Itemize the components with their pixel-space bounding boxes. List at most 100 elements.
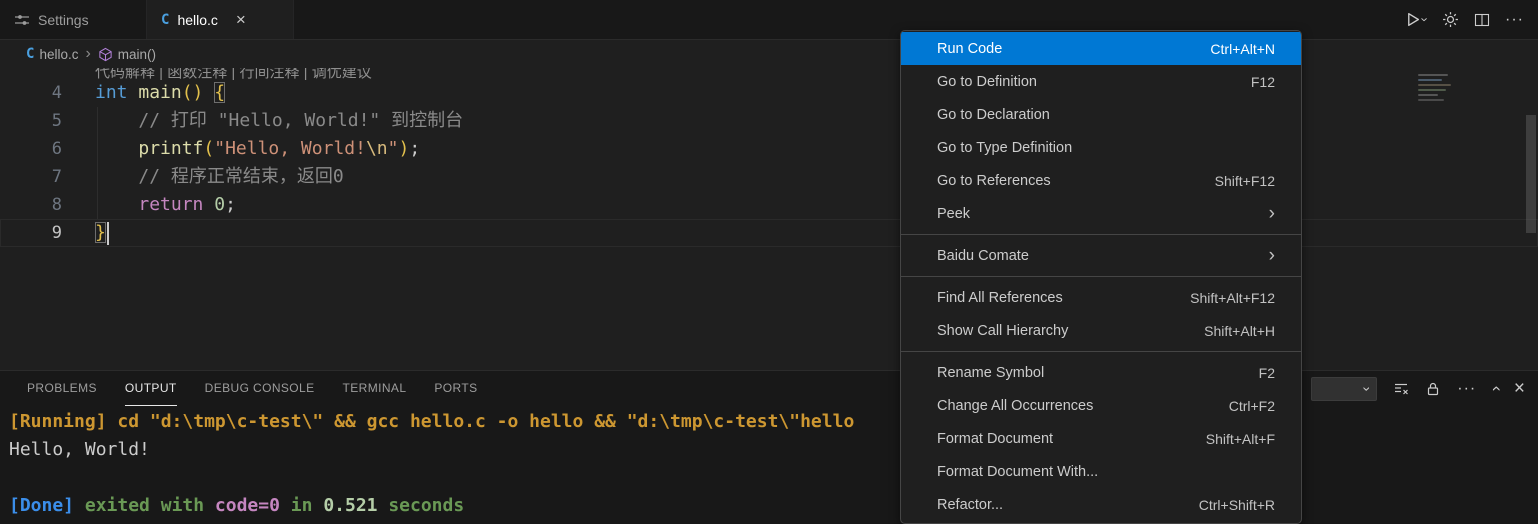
line-number[interactable]: 4: [0, 79, 62, 107]
run-dropdown-chevron-icon[interactable]: ›: [1418, 17, 1431, 21]
code-text: // 打印 "Hello, World!" 到控制台: [95, 107, 463, 135]
submenu-chevron-icon: ›: [1269, 246, 1275, 265]
code-line-4[interactable]: 4 int main() {: [0, 79, 1538, 107]
menu-item-label: Rename Symbol: [937, 365, 1044, 381]
tab-label: hello.c: [177, 12, 217, 28]
breadcrumb-chevron-icon: ›: [85, 45, 90, 63]
output-line: [Running] cd "d:\tmp\c-test\" && gcc hel…: [9, 408, 1538, 436]
code-text: // 程序正常结束，返回0: [95, 163, 344, 191]
close-panel-icon[interactable]: ×: [1514, 379, 1525, 398]
menu-item-peek[interactable]: Peek ›: [901, 197, 1301, 230]
code-line-8[interactable]: 8 return 0;: [0, 191, 1538, 219]
chevron-down-icon: ›: [1360, 386, 1374, 391]
menu-item-shortcut: Ctrl+Alt+N: [1210, 41, 1275, 57]
submenu-chevron-icon: ›: [1269, 204, 1275, 223]
menu-item-shortcut: Shift+Alt+H: [1204, 323, 1275, 339]
output-channel-select[interactable]: ›: [1311, 377, 1377, 401]
line-number[interactable]: 9: [0, 219, 62, 247]
menu-item-shortcut: Shift+Alt+F: [1206, 431, 1275, 447]
menu-item-label: Show Call Hierarchy: [937, 323, 1068, 339]
bottom-panel: PROBLEMS OUTPUT DEBUG CONSOLE TERMINAL PORTS…: [0, 370, 1538, 524]
code-text: return 0;: [95, 191, 236, 219]
menu-item-go-to-references[interactable]: Go to ReferencesShift+F12: [901, 164, 1301, 197]
menu-item-label: Format Document With...: [937, 464, 1098, 480]
menu-item-baidu-comate[interactable]: Baidu Comate ›: [901, 239, 1301, 272]
vscode-window: Settings C hello.c × › ···: [0, 0, 1538, 524]
more-actions-icon[interactable]: ···: [1505, 11, 1524, 29]
code-line-6[interactable]: 6 printf("Hello, World!\n");: [0, 135, 1538, 163]
c-file-icon: C: [161, 12, 169, 28]
editor-actions: › ···: [1404, 0, 1538, 39]
menu-separator: [901, 351, 1301, 352]
tab-hello-c[interactable]: C hello.c ×: [147, 0, 294, 39]
c-file-icon: C: [26, 46, 34, 62]
output-line: Hello, World!: [9, 436, 1538, 464]
code-text: printf("Hello, World!\n");: [95, 135, 420, 163]
line-number[interactable]: 5: [0, 107, 62, 135]
tab-settings[interactable]: Settings: [0, 0, 147, 39]
output-console[interactable]: [Running] cd "d:\tmp\c-test\" && gcc hel…: [0, 406, 1538, 524]
clear-output-icon[interactable]: [1393, 381, 1409, 397]
split-editor-icon[interactable]: [1474, 12, 1490, 28]
editor-tab-bar: Settings C hello.c × › ···: [0, 0, 1538, 40]
menu-item-label: Go to Type Definition: [937, 140, 1072, 156]
editor-scrollbar[interactable]: [1526, 115, 1536, 233]
menu-item-shortcut: Ctrl+F2: [1229, 398, 1275, 414]
line-number[interactable]: 7: [0, 163, 62, 191]
output-line: [9, 464, 1538, 492]
line-number[interactable]: 8: [0, 191, 62, 219]
code-editor[interactable]: 代码解释 | 函数注释 | 行间注释 | 调优建议 4int main() {5…: [0, 68, 1538, 370]
menu-item-go-to-definition[interactable]: Go to DefinitionF12: [901, 65, 1301, 98]
menu-item-shortcut: F2: [1259, 365, 1275, 381]
menu-item-show-call-hierarchy[interactable]: Show Call Hierarchy Shift+Alt+H: [901, 314, 1301, 347]
code-line-7[interactable]: 7 // 程序正常结束，返回0: [0, 163, 1538, 191]
panel-tab-terminal[interactable]: TERMINAL: [343, 371, 407, 406]
minimap[interactable]: [1416, 71, 1456, 104]
panel-tab-output[interactable]: OUTPUT: [125, 371, 177, 406]
breadcrumb-symbol[interactable]: main(): [98, 47, 156, 62]
menu-item-format-document-with[interactable]: Format Document With...: [901, 455, 1301, 488]
menu-item-run-code[interactable]: Run CodeCtrl+Alt+N: [901, 32, 1301, 65]
breadcrumb-symbol-label: main(): [118, 47, 156, 62]
maximize-panel-icon[interactable]: ›: [1487, 386, 1504, 392]
code-text: int main() {: [95, 79, 225, 107]
menu-item-rename-symbol[interactable]: Rename Symbol F2: [901, 356, 1301, 389]
panel-header: PROBLEMS OUTPUT DEBUG CONSOLE TERMINAL PORTS…: [0, 371, 1538, 406]
menu-item-label: Format Document: [937, 431, 1053, 447]
indent-guide: [97, 107, 98, 219]
line-number[interactable]: 6: [0, 135, 62, 163]
panel-tab-ports[interactable]: PORTS: [434, 371, 477, 406]
context-menu: Run CodeCtrl+Alt+NGo to DefinitionF12Go …: [900, 30, 1302, 524]
tab-label: Settings: [38, 12, 89, 28]
menu-item-go-to-declaration[interactable]: Go to Declaration: [901, 98, 1301, 131]
panel-tab-debug-console[interactable]: DEBUG CONSOLE: [205, 371, 315, 406]
menu-item-label: Change All Occurrences: [937, 398, 1093, 414]
menu-item-label: Go to References: [937, 173, 1051, 189]
menu-item-label: Baidu Comate: [937, 248, 1029, 264]
code-line-5[interactable]: 5 // 打印 "Hello, World!" 到控制台: [0, 107, 1538, 135]
menu-item-go-to-type-definition[interactable]: Go to Type Definition: [901, 131, 1301, 164]
menu-item-shortcut: Shift+Alt+F12: [1190, 290, 1275, 306]
settings-gear-icon[interactable]: [1442, 11, 1459, 28]
menu-separator: [901, 234, 1301, 235]
run-code-button[interactable]: ›: [1404, 11, 1427, 28]
breadcrumb-file[interactable]: C hello.c: [26, 46, 78, 62]
menu-item-find-all-references[interactable]: Find All References Shift+Alt+F12: [901, 281, 1301, 314]
menu-item-label: Find All References: [937, 290, 1063, 306]
panel-tabs: PROBLEMS OUTPUT DEBUG CONSOLE TERMINAL PORTS: [27, 371, 506, 406]
menu-item-shortcut: Ctrl+Shift+R: [1199, 497, 1275, 513]
panel-tab-problems[interactable]: PROBLEMS: [27, 371, 97, 406]
lock-scroll-icon[interactable]: [1425, 381, 1441, 397]
menu-item-label: Go to Definition: [937, 74, 1037, 90]
menu-separator: [901, 276, 1301, 277]
tab-close-icon[interactable]: ×: [236, 11, 246, 28]
code-line-9[interactable]: 9}: [0, 219, 1538, 247]
breadcrumb: C hello.c › main(): [0, 40, 1538, 68]
settings-sliders-icon: [14, 12, 30, 28]
menu-item-change-all-occurrences[interactable]: Change All Occurrences Ctrl+F2: [901, 389, 1301, 422]
output-line: [Done] exited with code=0 in 0.521 secon…: [9, 492, 1538, 520]
menu-item-label: Peek: [937, 206, 970, 222]
menu-item-refactor[interactable]: Refactor...Ctrl+Shift+R: [901, 488, 1301, 521]
panel-more-actions-icon[interactable]: ···: [1457, 380, 1476, 398]
menu-item-format-document[interactable]: Format Document Shift+Alt+F: [901, 422, 1301, 455]
